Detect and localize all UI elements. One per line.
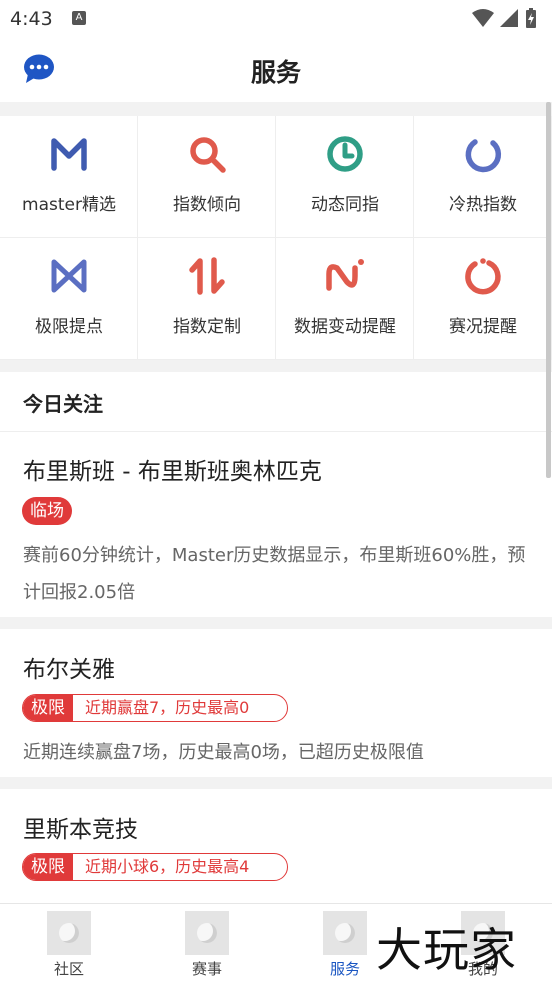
card-description: 赛前60分钟统计，Master历史数据显示，布里斯班60%胜，预计回报2.05倍 bbox=[23, 545, 526, 603]
accessibility-icon: A bbox=[72, 11, 86, 25]
section-divider bbox=[0, 360, 552, 372]
card-title: 里斯本竞技 bbox=[23, 817, 138, 843]
bowtie-icon bbox=[51, 259, 87, 293]
service-hot-cold-index[interactable]: 冷热指数 bbox=[414, 116, 552, 238]
service-label: 数据变动提醒 bbox=[294, 317, 396, 337]
up-down-arrows-icon bbox=[189, 257, 225, 295]
service-data-change-alert[interactable]: 数据变动提醒 bbox=[276, 238, 414, 360]
badge-detail: 近期赢盘7，历史最高0 bbox=[85, 698, 250, 717]
service-label: master精选 bbox=[22, 195, 116, 215]
service-index-trend[interactable]: 指数倾向 bbox=[138, 116, 276, 238]
status-time: 4:43 bbox=[10, 8, 53, 30]
scrollbar[interactable] bbox=[546, 102, 551, 478]
service-index-custom[interactable]: 指数定制 bbox=[138, 238, 276, 360]
tab-community[interactable]: 社区 bbox=[0, 904, 138, 984]
services-grid: master精选 指数倾向 动态同指 冷热指数 极限提点 指数定制 数据变动提醒… bbox=[0, 116, 552, 360]
service-label: 指数定制 bbox=[173, 317, 241, 337]
badge-detail: 近期小球6，历史最高4 bbox=[85, 857, 250, 876]
status-badge: 临场 bbox=[22, 497, 72, 525]
wifi-icon bbox=[472, 9, 494, 27]
ring-icon bbox=[465, 139, 502, 173]
tab-matches[interactable]: 赛事 bbox=[138, 904, 276, 984]
service-label: 动态同指 bbox=[311, 195, 379, 215]
section-divider bbox=[0, 777, 552, 789]
badge-label: 极限 bbox=[23, 695, 73, 721]
page-title: 服务 bbox=[250, 58, 301, 87]
card-title: 布里斯班 - 布里斯班奥林匹克 bbox=[23, 459, 322, 485]
signal-icon bbox=[500, 9, 518, 27]
service-label: 指数倾向 bbox=[173, 195, 241, 215]
wave-icon bbox=[326, 259, 364, 291]
search-icon bbox=[190, 137, 226, 173]
service-label: 极限提点 bbox=[35, 317, 103, 337]
today-focus-title: 今日关注 bbox=[23, 392, 103, 416]
m-logo-icon bbox=[51, 138, 87, 171]
status-icons bbox=[472, 8, 536, 28]
card-description: 近期连续赢盘7场，历史最高0场，已超历史极限值 bbox=[23, 742, 424, 763]
services-icon bbox=[323, 911, 367, 955]
badge-label: 极限 bbox=[23, 854, 73, 880]
service-match-alert[interactable]: 赛况提醒 bbox=[414, 238, 552, 360]
clock-icon bbox=[327, 136, 363, 172]
card-title: 布尔关雅 bbox=[23, 657, 115, 683]
tab-label: 赛事 bbox=[191, 960, 222, 978]
section-divider bbox=[0, 617, 552, 629]
watermark: 大玩家 bbox=[376, 923, 517, 977]
limit-badge: 极限 近期赢盘7，历史最高0 bbox=[22, 694, 288, 722]
service-label: 冷热指数 bbox=[449, 195, 517, 215]
service-master-pick[interactable]: master精选 bbox=[0, 116, 138, 238]
app-header: 服务 bbox=[0, 38, 552, 102]
section-divider bbox=[0, 102, 552, 116]
status-bar: 4:43 A bbox=[0, 0, 552, 38]
service-label: 赛况提醒 bbox=[449, 317, 517, 337]
service-dynamic-index[interactable]: 动态同指 bbox=[276, 116, 414, 238]
community-icon bbox=[47, 911, 91, 955]
divider bbox=[0, 431, 552, 432]
power-ring-icon bbox=[465, 258, 501, 295]
matches-icon bbox=[185, 911, 229, 955]
service-limit-tips[interactable]: 极限提点 bbox=[0, 238, 138, 360]
limit-badge: 极限 近期小球6，历史最高4 bbox=[22, 853, 288, 881]
tab-label: 社区 bbox=[53, 960, 84, 978]
